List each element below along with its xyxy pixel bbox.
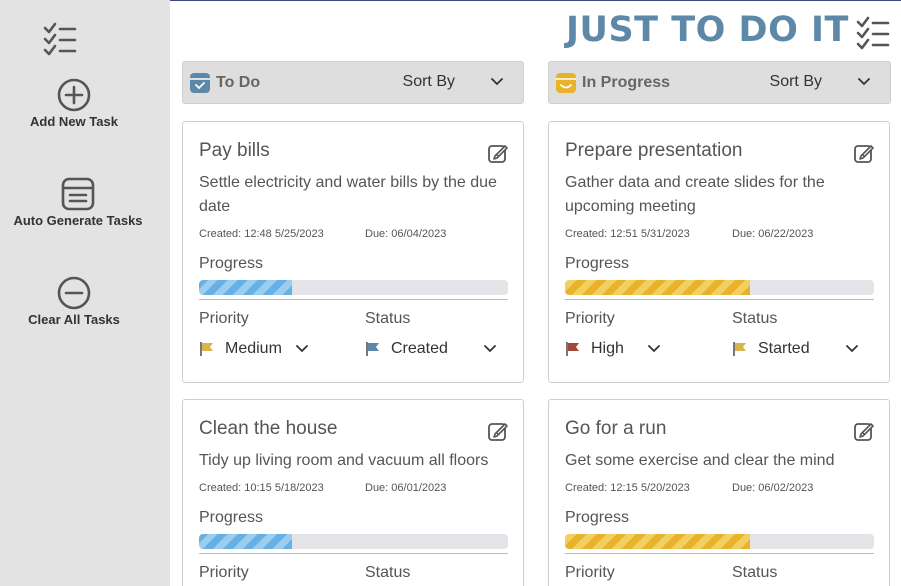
checklist-icon	[856, 16, 890, 50]
progress-bar-fill	[199, 280, 292, 295]
flag-icon	[566, 342, 579, 356]
sort-by-label: Sort By	[402, 73, 455, 90]
sidebar: Add New Task Auto Generate Tasks Clear A…	[0, 0, 170, 586]
task-card[interactable]: Prepare presentation Gather data and cre…	[548, 121, 890, 383]
created-date: Created: 12:48 5/25/2023	[199, 228, 324, 240]
status-label: Status	[732, 310, 778, 327]
task-card[interactable]: Pay bills Settle electricity and water b…	[182, 121, 524, 383]
chevron-down-icon	[845, 345, 858, 353]
clear-all-tasks-label: Clear All Tasks	[28, 312, 120, 327]
progress-label: Progress	[199, 509, 264, 526]
flag-icon	[200, 342, 213, 356]
sort-by-dropdown-todo[interactable]: Sort By	[403, 73, 503, 91]
add-new-task-label: Add New Task	[30, 114, 118, 129]
progress-bar-fill	[565, 534, 751, 549]
divider	[565, 553, 874, 554]
edit-icon[interactable]	[853, 142, 875, 164]
priority-dropdown[interactable]: High	[565, 340, 660, 358]
flag-icon	[733, 342, 746, 356]
column-title-todo: To Do	[216, 74, 261, 91]
task-title: Clean the house	[199, 418, 338, 439]
task-card[interactable]: Clean the house Tidy up living room and …	[182, 399, 524, 586]
priority-label: Priority	[199, 310, 249, 327]
chevron-down-icon	[484, 345, 496, 353]
status-label: Status	[365, 310, 411, 327]
priority-dropdown[interactable]: Medium	[199, 340, 308, 358]
column-title-in-progress: In Progress	[582, 74, 671, 91]
checklist-icon	[43, 22, 77, 56]
auto-generate-tasks-button[interactable]: Auto Generate Tasks	[0, 176, 163, 228]
priority-label: Priority	[199, 564, 249, 581]
status-dropdown[interactable]: Created	[365, 340, 496, 358]
progress-label: Progress	[199, 255, 264, 272]
app-brand: JUST TO DO IT	[566, 10, 891, 50]
due-date: Due: 06/02/2023	[732, 482, 814, 494]
status-value: Created	[391, 340, 448, 357]
due-date: Due: 06/04/2023	[365, 228, 447, 240]
priority-label: Priority	[565, 564, 615, 581]
stack-list-icon	[61, 177, 95, 211]
priority-label: Priority	[565, 310, 615, 327]
priority-value: Medium	[225, 340, 282, 357]
task-description: Gather data and create slides for the up…	[565, 174, 825, 215]
flag-icon	[366, 342, 379, 356]
chevron-down-icon	[296, 345, 308, 353]
chevron-down-icon	[858, 78, 870, 86]
edit-icon[interactable]	[487, 142, 509, 164]
clear-all-tasks-button[interactable]: Clear All Tasks	[0, 275, 159, 327]
divider	[199, 553, 508, 554]
task-description: Tidy up living room and vacuum all floor…	[199, 452, 489, 469]
priority-value: High	[591, 340, 624, 357]
divider	[565, 299, 874, 300]
status-label: Status	[732, 564, 778, 581]
auto-generate-tasks-label: Auto Generate Tasks	[13, 213, 143, 228]
edit-icon[interactable]	[487, 420, 509, 442]
task-title: Go for a run	[565, 418, 667, 439]
due-date: Due: 06/01/2023	[365, 482, 447, 494]
minus-circle-icon	[57, 276, 91, 310]
progress-label: Progress	[565, 509, 630, 526]
task-description: Settle electricity and water bills by th…	[199, 174, 497, 215]
add-new-task-button[interactable]: Add New Task	[0, 77, 159, 129]
status-label: Status	[365, 564, 411, 581]
progress-bar	[199, 280, 508, 295]
progress-bar-fill	[199, 534, 292, 549]
divider	[199, 299, 508, 300]
task-card[interactable]: Go for a run Get some exercise and clear…	[548, 399, 890, 586]
due-date: Due: 06/22/2023	[732, 228, 814, 240]
status-value: Started	[758, 340, 810, 357]
created-date: Created: 12:51 5/31/2023	[565, 228, 690, 240]
progress-bar	[565, 534, 874, 549]
sort-by-dropdown-in-progress[interactable]: Sort By	[770, 73, 870, 91]
chevron-down-icon	[491, 78, 503, 86]
status-dropdown[interactable]: Started	[732, 340, 858, 358]
created-date: Created: 10:15 5/18/2023	[199, 482, 324, 494]
progress-bar-fill	[565, 280, 751, 295]
task-title: Pay bills	[199, 140, 270, 161]
chevron-down-icon	[648, 345, 660, 353]
column-header-in-progress: In Progress Sort By	[548, 61, 891, 104]
progress-label: Progress	[565, 255, 630, 272]
created-date: Created: 12:15 5/20/2023	[565, 482, 690, 494]
task-title: Prepare presentation	[565, 140, 743, 161]
edit-icon[interactable]	[853, 420, 875, 442]
progress-bar	[565, 280, 874, 295]
progress-bar	[199, 534, 508, 549]
plus-circle-icon	[57, 78, 91, 112]
column-header-todo: To Do Sort By	[182, 61, 524, 104]
todo-box-icon	[190, 73, 210, 93]
progress-box-icon	[556, 73, 576, 93]
app-title: JUST TO DO IT	[566, 10, 849, 50]
task-description: Get some exercise and clear the mind	[565, 452, 835, 469]
sort-by-label: Sort By	[769, 73, 822, 90]
